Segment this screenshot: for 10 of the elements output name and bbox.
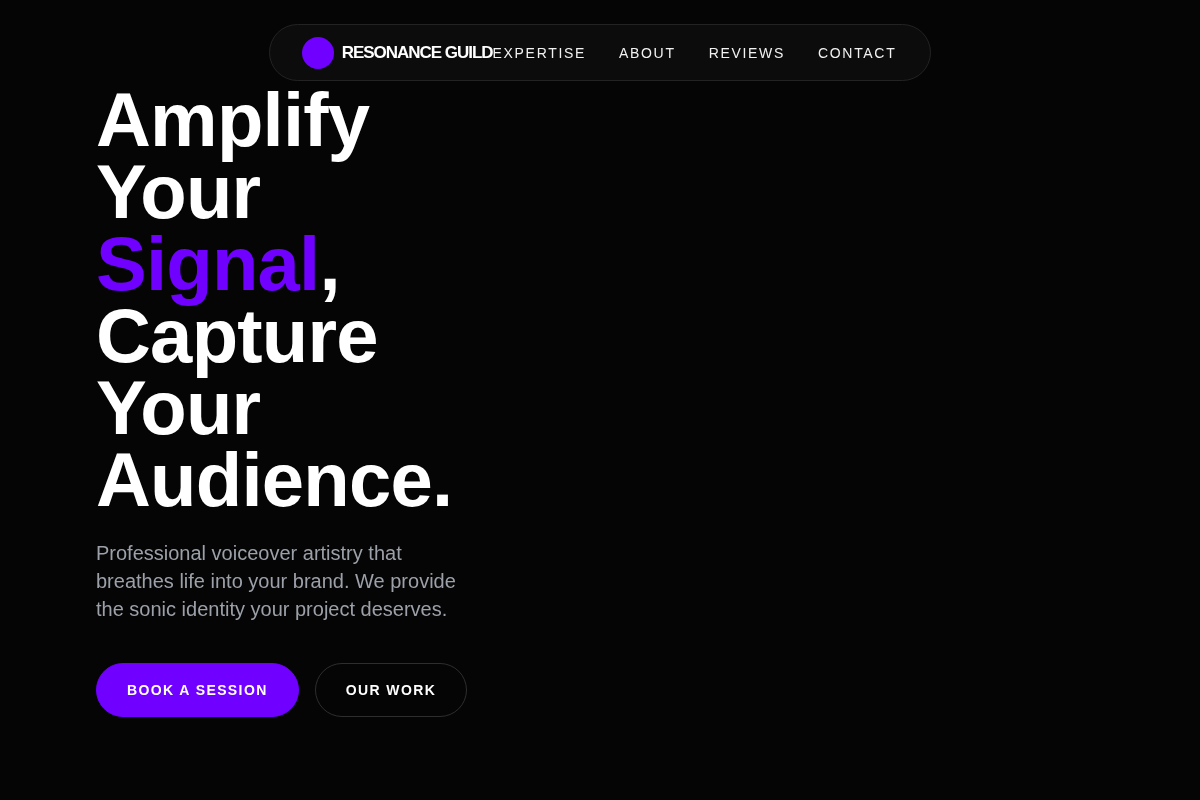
circle-logo-icon [301, 36, 334, 69]
hero-heading: Amplify Your Signal, Capture Your Audience. [96, 84, 454, 516]
nav-link[interactable]: EXPERTISE [492, 44, 586, 61]
nav-link[interactable]: REVIEWS [708, 44, 785, 61]
book-session-button[interactable]: BOOK A SESSION [96, 663, 299, 717]
nav-link[interactable]: CONTACT [818, 44, 897, 61]
hero-description: Professional voiceover artistry that breathes life into your brand. We provide the sonic identity your project deserves. [96, 541, 457, 622]
brand-link[interactable]: RESONANCE GUILD [301, 36, 493, 69]
nav-link[interactable]: ABOUT [619, 44, 676, 61]
brand-name: RESONANCE GUILD [341, 42, 493, 63]
